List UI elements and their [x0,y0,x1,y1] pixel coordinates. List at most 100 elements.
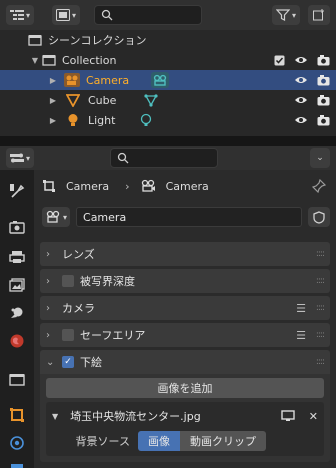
expand-right-icon[interactable]: ▶ [48,96,58,105]
tab-world[interactable] [6,330,28,352]
chevron-right-icon: › [46,275,50,287]
expand-down-icon[interactable]: ▼ [30,56,40,65]
expand-right-icon[interactable]: ▶ [48,76,58,85]
monitor-icon[interactable] [281,410,295,422]
filter-dropdown[interactable]: ▾ [271,5,300,25]
camera-data-icon [46,210,60,223]
tab-view-layer[interactable] [6,274,28,296]
outliner-row-collection[interactable]: ▼ Collection [0,50,336,70]
panel-background-images[interactable]: ⌄ ✓ 下絵 :::: [40,350,330,374]
properties-header: ▾ ⌄ [0,146,336,170]
render-camera-icon[interactable] [316,53,330,67]
outliner-row-light[interactable]: ▶ Light [0,110,336,130]
eye-icon[interactable] [294,93,308,107]
editor-type-dropdown[interactable]: ▾ [52,5,81,25]
image-name: 埼玉中央物流センター.jpg [70,410,201,423]
camera-data-name-field[interactable]: Camera [76,207,302,227]
drag-handle[interactable]: :::: [316,249,325,259]
collection-icon [42,55,56,66]
mesh-data-icon[interactable] [144,93,159,107]
drag-handle[interactable]: :::: [316,303,325,313]
drag-handle[interactable]: :::: [316,276,325,286]
drag-handle[interactable]: :::: [316,330,325,340]
tab-object[interactable] [6,404,28,426]
camera-data-icon [141,179,155,192]
search-icon [117,152,129,164]
outliner-row-camera[interactable]: ▶ Camera [0,70,336,90]
camera-object-icon [64,73,80,87]
tab-scene[interactable] [6,302,28,324]
outliner: ▾ ▾ ▾ シーンコレクション ▼ Collection ▶ Camera ▶ … [0,0,336,136]
scene-collection-icon [28,35,42,46]
tab-modifiers[interactable] [6,432,28,454]
add-image-button[interactable]: 画像を追加 [46,378,324,398]
breadcrumb-data: Camera [165,179,209,193]
eye-icon[interactable] [294,73,308,87]
render-camera-icon[interactable] [316,93,330,107]
source-option-image[interactable]: 画像 [138,431,180,451]
dof-checkbox[interactable] [62,275,74,287]
editor-type-dropdown[interactable]: ▾ [6,148,35,168]
render-camera-icon[interactable] [316,113,330,127]
browse-camera-data-button[interactable]: ▾ [42,207,71,227]
options-dropdown[interactable]: ⌄ [310,148,330,168]
outliner-search-input[interactable] [94,5,203,25]
panel-title: 下絵 [80,356,102,369]
object-icon [43,180,55,192]
properties-search-input[interactable] [110,148,219,168]
chevron-right-icon: › [46,248,50,260]
panel-camera[interactable]: › カメラ ☰ :::: [40,296,330,320]
filter-icon [275,9,290,21]
panel-lens[interactable]: › レンズ :::: [40,242,330,266]
chevron-down-icon: ▾ [26,153,31,163]
tab-output[interactable] [6,246,28,268]
eye-icon[interactable] [294,113,308,127]
exclude-checkbox[interactable] [272,53,286,67]
outliner-row-scene-collection[interactable]: シーンコレクション [0,30,336,50]
outliner-row-cube[interactable]: ▶ Cube [0,90,336,110]
tool-icon [10,184,25,198]
render-camera-icon[interactable] [316,73,330,87]
tab-render[interactable] [6,216,28,238]
background-image-header[interactable]: ▼ 埼玉中央物流センター.jpg ✕ [52,406,318,426]
row-toggles [294,110,330,130]
background-images-body: 画像を追加 ▼ 埼玉中央物流センター.jpg ✕ 背景ソース 画像 動画クリップ [40,374,330,462]
area-divider[interactable] [0,136,336,146]
source-option-movie-clip[interactable]: 動画クリップ [180,431,266,451]
light-data-icon[interactable] [139,113,153,127]
chevron-right-icon: › [125,179,130,193]
tab-tool[interactable] [6,180,28,202]
presets-list-icon[interactable]: ☰ [296,302,306,315]
eye-icon[interactable] [294,53,308,67]
camera-datablock-selector: ▾ Camera [42,206,330,228]
presets-list-icon[interactable]: ☰ [296,329,306,342]
chevron-down-icon: ▾ [63,212,68,222]
image-editor-icon [56,9,71,21]
outliner-row-label: Collection [62,53,117,67]
object-icon [10,408,24,422]
camera-data-icon[interactable] [151,72,170,88]
pin-icon[interactable] [312,179,326,193]
expand-down-icon[interactable]: ▼ [52,412,58,421]
display-mode-dropdown[interactable]: ▾ [6,5,35,25]
outliner-row-label: Camera [86,73,130,87]
background-images-checkbox[interactable]: ✓ [62,356,74,368]
properties-tabs [0,170,34,468]
new-collection-button[interactable] [308,5,330,25]
world-icon [10,334,24,348]
tab-collection[interactable] [6,368,28,390]
drag-handle[interactable]: :::: [316,357,325,367]
tab-constraints[interactable] [6,456,28,468]
expand-right-icon[interactable]: ▶ [48,116,58,125]
safe-areas-checkbox[interactable] [62,329,74,341]
chevron-down-icon: ⌄ [46,356,55,368]
fake-user-button[interactable] [308,207,330,227]
physics-icon [10,436,24,450]
close-icon[interactable]: ✕ [309,410,318,423]
background-image-item: ▼ 埼玉中央物流センター.jpg ✕ 背景ソース 画像 動画クリップ [46,402,324,456]
panel-title: 被写界深度 [80,275,135,288]
panel-depth-of-field[interactable]: › 被写界深度 :::: [40,269,330,293]
output-icon [9,251,25,263]
panel-safe-areas[interactable]: › セーフエリア ☰ :::: [40,323,330,347]
background-source-toggle: 画像 動画クリップ [138,431,266,451]
